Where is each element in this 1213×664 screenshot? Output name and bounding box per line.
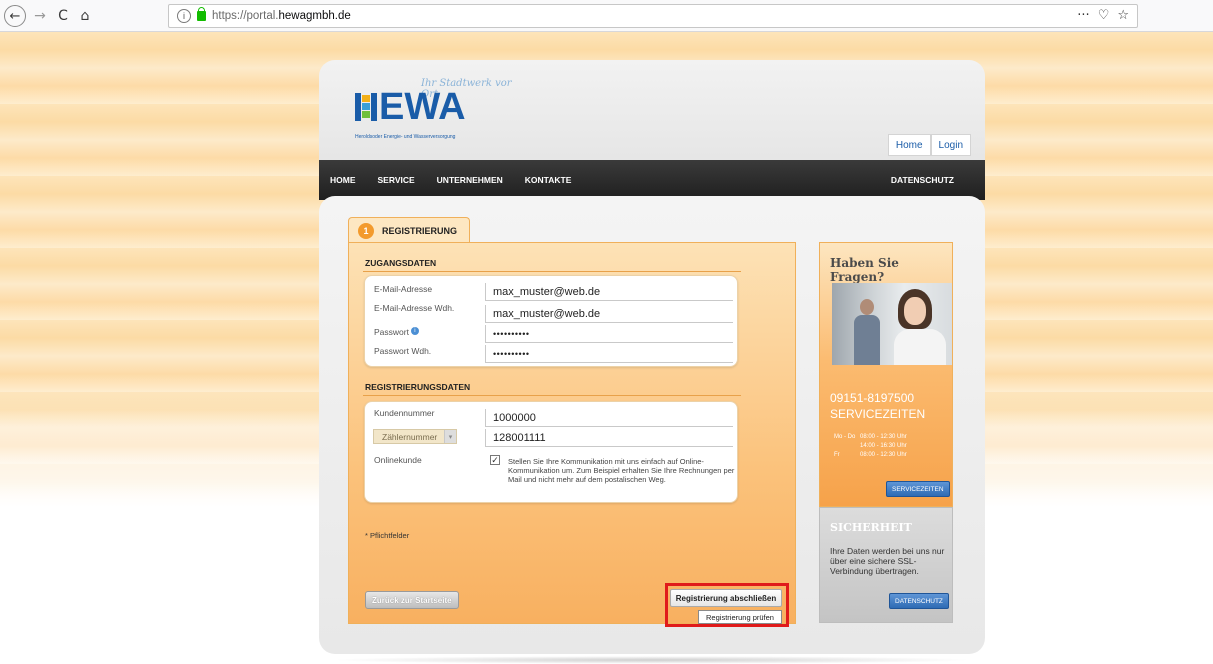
access-data-card: E-Mail-Adresse max_muster@web.de E-Mail-… xyxy=(364,275,738,367)
meter-type-select[interactable]: Zählernummer ▾ xyxy=(373,429,457,444)
registration-data-card: Kundennummer 1000000 Zählernummer ▾ 1280… xyxy=(364,401,738,503)
top-links: Home Login xyxy=(887,134,971,156)
meter-type-value: Zählernummer xyxy=(382,431,438,442)
divider xyxy=(363,395,741,396)
page: Ihr Stadtwerk vor Ort EWA Heroldsoder En… xyxy=(0,32,1213,664)
service-hours-title: SERVICEZEITEN xyxy=(830,407,926,421)
section-zugangsdaten: ZUGANGSDATEN xyxy=(365,258,437,268)
complete-registration-button[interactable]: Registrierung abschließen xyxy=(670,589,782,607)
registration-form: ZUGANGSDATEN E-Mail-Adresse max_muster@w… xyxy=(348,242,796,627)
security-title: SICHERHEIT xyxy=(830,521,912,534)
divider xyxy=(363,271,741,272)
nav-unternehmen[interactable]: UNTERNEHMEN xyxy=(426,175,514,185)
info-icon[interactable]: i xyxy=(177,9,191,23)
section-registrierungsdaten: REGISTRIERUNGSDATEN xyxy=(365,382,471,392)
hours-row: 14:00 - 16:30 Uhr xyxy=(860,443,907,449)
login-link[interactable]: Login xyxy=(930,134,971,156)
hours-row: Fr 08:00 - 12:30 Uhr xyxy=(834,452,907,458)
hewa-logo[interactable]: Ihr Stadtwerk vor Ort EWA Heroldsoder En… xyxy=(355,78,525,140)
password-field[interactable]: •••••••••• xyxy=(485,325,733,343)
email-label: E-Mail-Adresse xyxy=(374,284,433,294)
required-fields-note: * Pflichtfelder xyxy=(365,531,410,540)
site-header: Ihr Stadtwerk vor Ort EWA Heroldsoder En… xyxy=(319,60,985,200)
tab-label: REGISTRIERUNG xyxy=(382,225,458,236)
online-customer-checkbox[interactable]: ✓ xyxy=(490,455,500,465)
url-text: https://portal.hewagmbh.de xyxy=(212,10,351,22)
nav-kontakte[interactable]: KONTAKTE xyxy=(514,175,583,185)
bookmark-star-icon[interactable]: ☆ xyxy=(1117,8,1129,23)
service-hours: Mo - Do 08:00 - 12:30 Uhr 14:00 - 16:30 U… xyxy=(834,433,907,460)
online-customer-label: Onlinekunde xyxy=(374,455,422,465)
reload-icon[interactable]: C xyxy=(54,5,72,27)
nav-datenschutz[interactable]: DATENSCHUTZ xyxy=(880,175,965,185)
security-text: Ihre Daten werden bei uns nur über eine … xyxy=(830,546,945,576)
email-repeat-label: E-Mail-Adresse Wdh. xyxy=(374,303,455,313)
meter-number-field[interactable]: 128001111 xyxy=(485,429,733,447)
chevron-down-icon: ▾ xyxy=(444,430,456,443)
lock-icon xyxy=(197,7,206,21)
back-arrow-icon[interactable]: ← xyxy=(4,5,26,27)
content-shadow xyxy=(330,656,974,664)
password-repeat-field[interactable]: •••••••••• xyxy=(485,345,733,363)
url-actions: ··· ♡ ☆ xyxy=(1077,8,1129,23)
main-navigation: HOME SERVICE UNTERNEHMEN KONTAKTE DATENS… xyxy=(319,160,985,200)
help-title: Haben Sie Fragen? xyxy=(830,256,899,284)
tab-registrierung[interactable]: 1 REGISTRIERUNG xyxy=(348,217,470,243)
hours-row: Mo - Do 08:00 - 12:30 Uhr xyxy=(834,434,907,440)
password-label: Passwort i xyxy=(374,327,419,337)
content-area: 1 REGISTRIERUNG ZUGANGSDATEN E-Mail-Adre… xyxy=(319,196,985,654)
browser-toolbar: ← → C ⌂ i https://portal.hewagmbh.de ···… xyxy=(0,0,1213,32)
step-number: 1 xyxy=(358,222,374,239)
security-box: SICHERHEIT Ihre Daten werden bei uns nur… xyxy=(819,507,953,623)
check-registration-tooltip: Registrierung prüfen xyxy=(698,610,782,624)
customer-number-field[interactable]: 1000000 xyxy=(485,409,733,427)
forward-arrow-icon[interactable]: → xyxy=(31,5,49,27)
email-field[interactable]: max_muster@web.de xyxy=(485,283,733,301)
help-sidebar: Haben Sie Fragen? 09151-8197500 SERVICEZ… xyxy=(819,242,953,507)
online-customer-text: Stellen Sie Ihre Kommunikation mit uns e… xyxy=(508,457,735,484)
home-link[interactable]: Home xyxy=(887,134,931,156)
logo-letters: EWA xyxy=(355,86,466,129)
email-repeat-field[interactable]: max_muster@web.de xyxy=(485,305,733,323)
pocket-icon[interactable]: ♡ xyxy=(1098,8,1110,23)
service-phone: 09151-8197500 xyxy=(830,391,915,405)
service-hours-button[interactable]: SERVICEZEITEN xyxy=(886,481,950,497)
password-info-icon[interactable]: i xyxy=(410,327,419,335)
service-photo xyxy=(832,283,952,365)
password-repeat-label: Passwort Wdh. xyxy=(374,346,432,356)
url-bar[interactable]: i https://portal.hewagmbh.de ··· ♡ ☆ xyxy=(168,4,1138,28)
more-actions-icon[interactable]: ··· xyxy=(1077,8,1089,23)
privacy-button[interactable]: DATENSCHUTZ xyxy=(889,593,949,609)
customer-number-label: Kundennummer xyxy=(374,408,435,418)
home-icon[interactable]: ⌂ xyxy=(76,5,94,27)
logo-h-mark xyxy=(355,93,377,121)
logo-subtitle: Heroldsoder Energie- und Wasserversorgun… xyxy=(355,134,456,140)
nav-home[interactable]: HOME xyxy=(319,175,367,185)
nav-service[interactable]: SERVICE xyxy=(367,175,426,185)
back-to-start-button[interactable]: Zurück zur Startseite xyxy=(365,591,459,609)
